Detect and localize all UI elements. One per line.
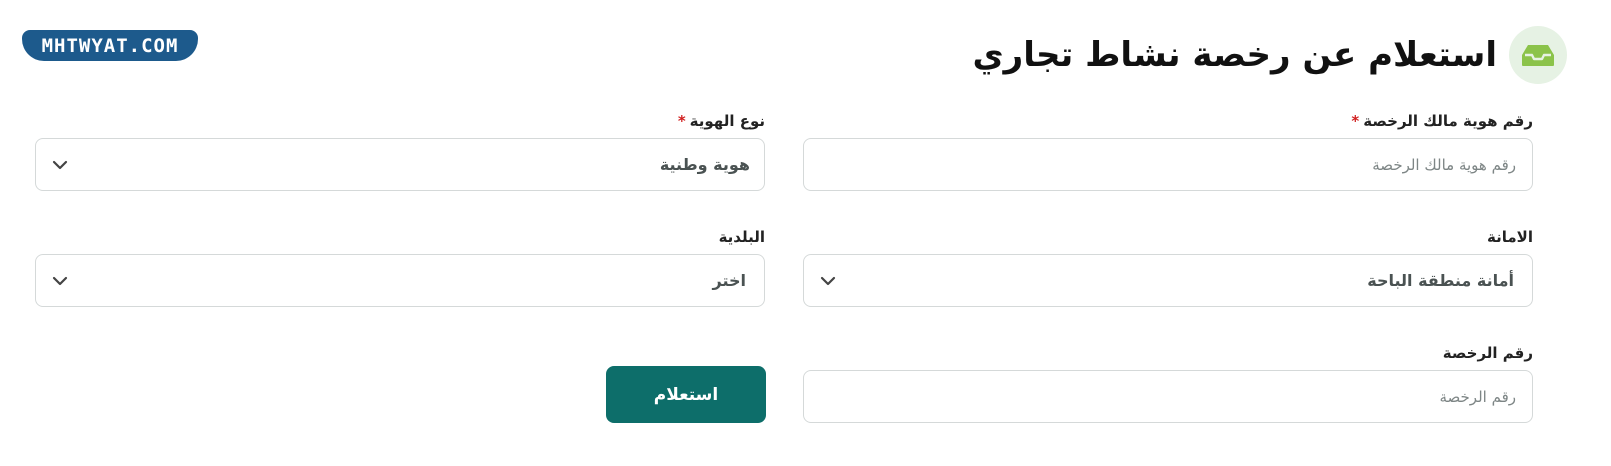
id-type-select[interactable]: هوية وطنية (35, 138, 765, 191)
id-type-field: نوع الهوية* هوية وطنية (35, 111, 765, 191)
amanah-selected-value: أمانة منطقة الباحة (1367, 271, 1514, 290)
owner-id-input-box (803, 138, 1533, 191)
owner-id-label-text: رقم هوية مالك الرخصة (1363, 112, 1533, 130)
page-title: استعلام عن رخصة نشاط تجاري (972, 35, 1497, 75)
municipality-select[interactable]: اختر (35, 254, 765, 307)
page: MHTWYAT.COM استعلام عن رخصة نشاط تجاري ر… (0, 0, 1611, 466)
owner-id-field: رقم هوية مالك الرخصة* (803, 111, 1533, 191)
id-type-selected-value: هوية وطنية (659, 155, 750, 174)
license-number-label: رقم الرخصة (1442, 344, 1533, 362)
license-number-field: رقم الرخصة (803, 343, 1533, 423)
id-type-label-text: نوع الهوية (689, 112, 765, 130)
municipality-selected-value: اختر (712, 271, 747, 290)
license-number-input-box (803, 370, 1533, 423)
chevron-down-icon (818, 271, 838, 291)
municipality-label: البلدية (718, 228, 765, 246)
watermark-logo: MHTWYAT.COM (22, 30, 198, 61)
required-marker: * (677, 112, 686, 130)
id-type-label: نوع الهوية* (35, 111, 765, 131)
municipality-field: البلدية اختر (35, 227, 765, 307)
amanah-field: الامانة أمانة منطقة الباحة (803, 227, 1533, 307)
inbox-tray-icon (1509, 26, 1567, 84)
chevron-down-icon (50, 271, 70, 291)
amanah-label: الامانة (1487, 228, 1533, 246)
owner-id-input[interactable] (818, 154, 1518, 175)
required-marker: * (1351, 112, 1360, 130)
license-number-input[interactable] (818, 386, 1518, 407)
chevron-down-icon (50, 155, 70, 175)
watermark-text: MHTWYAT.COM (41, 34, 179, 57)
amanah-select[interactable]: أمانة منطقة الباحة (803, 254, 1533, 307)
owner-id-label: رقم هوية مالك الرخصة* (803, 111, 1533, 131)
inquiry-submit-button[interactable]: استعلام (606, 366, 766, 423)
page-header: استعلام عن رخصة نشاط تجاري (973, 26, 1567, 84)
